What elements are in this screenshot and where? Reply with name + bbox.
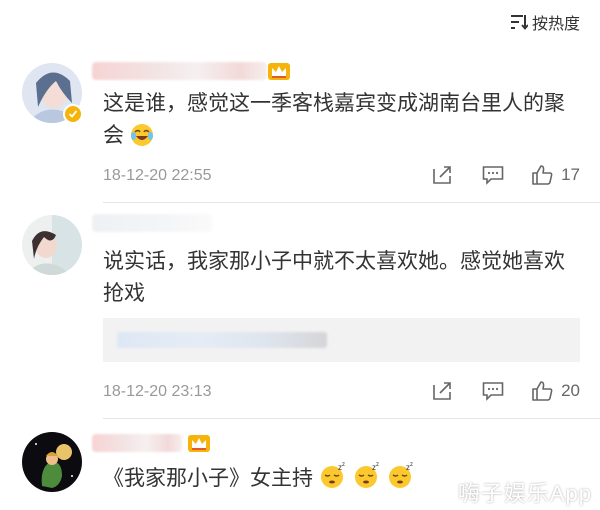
sort-label: 按热度 [531,16,580,33]
crown-icon [268,61,290,86]
comment-text: 这是谁，感觉这一季客栈嘉宾变成湖南台里人的聚会 [103,88,578,157]
quoted-content[interactable] [103,318,580,362]
like-count: 17 [561,165,580,184]
like-button[interactable]: 17 [531,164,580,186]
sleepy-emoji-icon: z z [353,462,381,500]
like-count: 20 [561,381,580,400]
repost-button[interactable] [431,381,455,401]
svg-text:z: z [376,462,379,468]
comment-icon [482,166,504,185]
username[interactable] [92,214,212,232]
divider [103,202,600,203]
reply-button[interactable] [481,381,505,401]
svg-text:z: z [410,462,413,468]
username[interactable] [92,62,267,80]
comment-text: 说实话，我家那小子中就不太喜欢她。感觉她喜欢抢戏 [103,250,565,305]
comment-time: 18-12-20 22:55 [103,167,212,184]
thumbs-up-icon [532,381,553,401]
svg-text:z: z [342,462,345,468]
comment-icon [482,382,504,401]
repost-icon [433,166,451,184]
sort-by-hot-button[interactable]: 按热度 [510,10,580,34]
avatar[interactable] [22,215,82,275]
repost-icon [433,382,451,400]
reply-button[interactable] [481,165,505,185]
divider [103,418,600,419]
thumbs-up-icon [532,165,553,185]
avatar[interactable] [22,432,82,492]
watermark: 嗨子娱乐App [457,481,592,506]
quoted-text [117,332,327,348]
crown-icon [188,433,210,458]
like-button[interactable]: 20 [531,380,580,402]
verified-badge-icon [63,104,83,124]
repost-button[interactable] [431,165,455,185]
comment-time: 18-12-20 23:13 [103,383,212,400]
sort-icon [510,14,528,30]
sleepy-emoji-icon: z z [387,462,415,500]
username[interactable] [92,434,182,452]
sleepy-emoji-icon: z z [319,462,347,500]
laughing-tears-emoji-icon [130,123,154,157]
